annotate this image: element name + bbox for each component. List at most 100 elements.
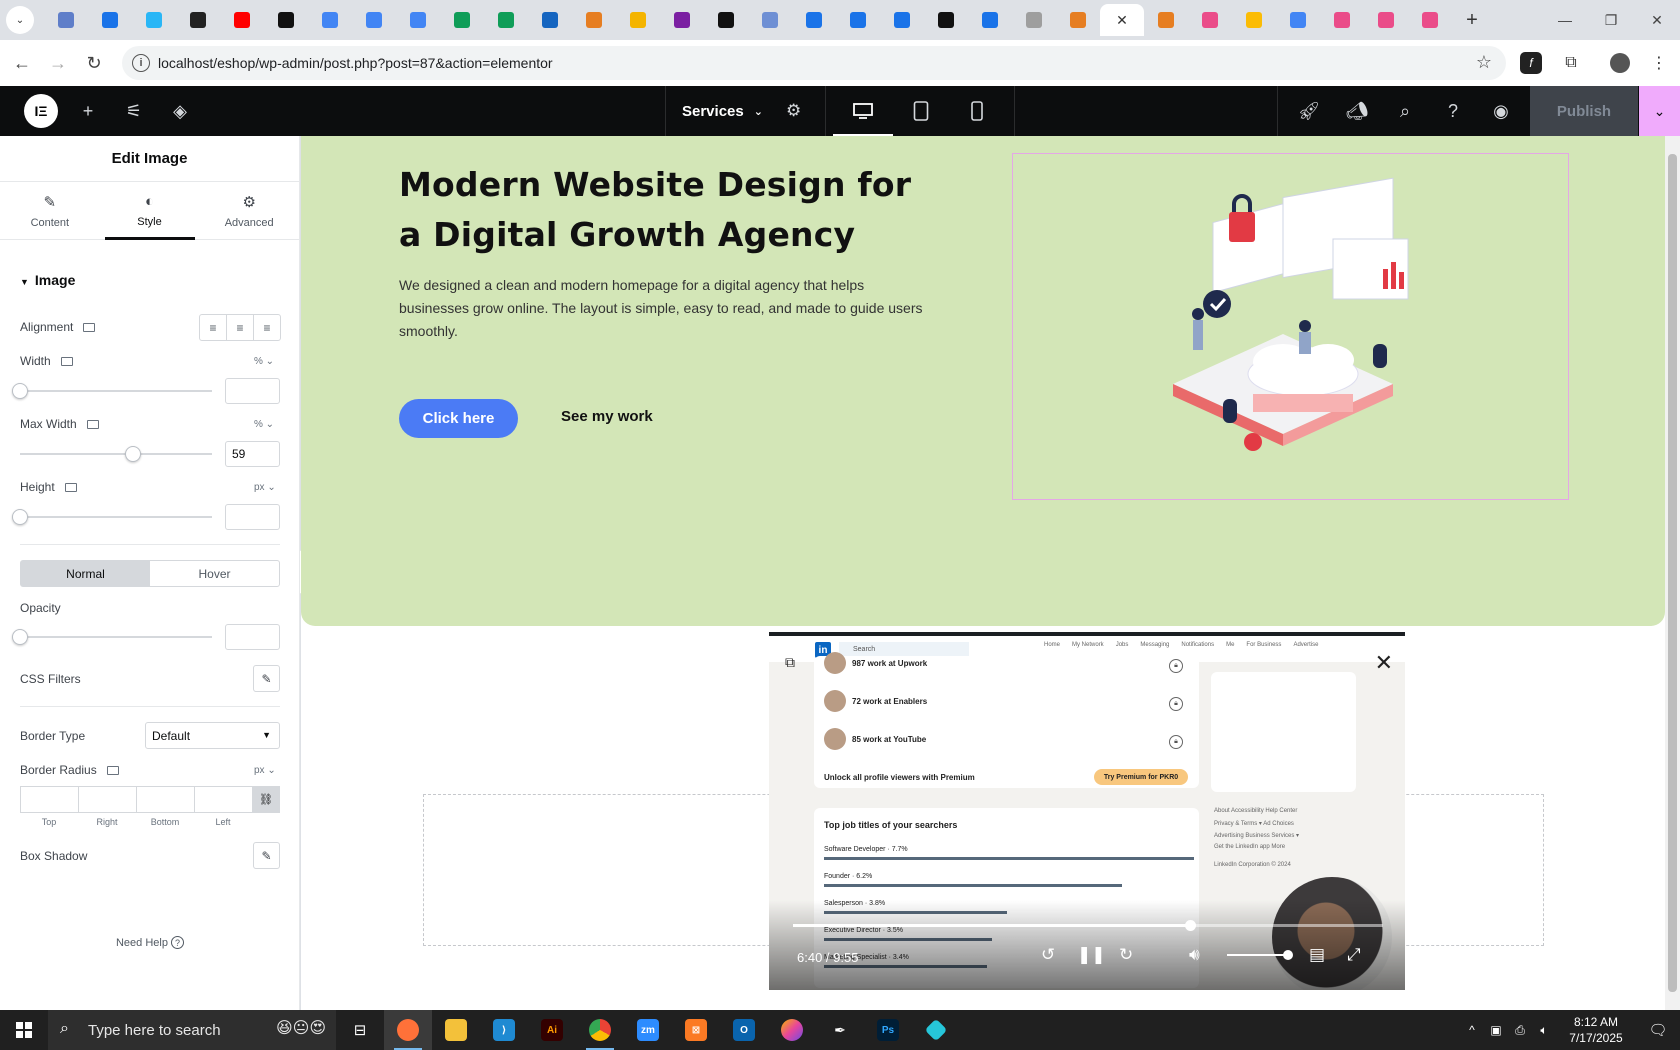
maximize-button[interactable]: ❐ xyxy=(1588,0,1634,40)
browser-tab[interactable] xyxy=(572,4,616,36)
browser-tab[interactable] xyxy=(132,4,176,36)
browser-tab[interactable] xyxy=(528,4,572,36)
preview-eye-icon[interactable]: ◉ xyxy=(1488,98,1514,124)
need-help-link[interactable]: Need Help ? xyxy=(0,936,300,949)
selected-image-widget[interactable] xyxy=(1012,153,1569,500)
task-view-icon[interactable]: ⊟ xyxy=(336,1010,384,1050)
notifications-icon[interactable]: 🗨︎ xyxy=(1636,1021,1680,1039)
border-radius-unit-select[interactable]: px ⌄ xyxy=(254,765,276,776)
desktop-icon[interactable] xyxy=(106,765,119,775)
extension-icon[interactable]: f xyxy=(1520,52,1542,74)
width-slider[interactable] xyxy=(12,383,212,399)
canvas-scrollbar[interactable] xyxy=(1665,136,1680,1010)
taskbar-search[interactable]: ⌕ Type here to search 😆😐😍 xyxy=(48,1010,336,1050)
hover-tab[interactable]: Hover xyxy=(150,561,279,586)
clock[interactable]: 8:12 AM 7/17/2025 xyxy=(1556,1014,1636,1046)
page-settings-gear-icon[interactable]: ⚙ xyxy=(786,101,801,121)
close-window-button[interactable]: ✕ xyxy=(1634,0,1680,40)
browser-tab[interactable] xyxy=(396,4,440,36)
publish-button[interactable]: Publish xyxy=(1530,86,1638,136)
reload-button[interactable]: ↻ xyxy=(76,45,112,81)
browser-tab[interactable] xyxy=(660,4,704,36)
align-right-icon[interactable]: ≡ xyxy=(254,315,280,340)
tab-search-button[interactable]: ⌄ xyxy=(6,6,34,34)
browser-tab[interactable] xyxy=(484,4,528,36)
puzzle-icon[interactable]: ⧉ xyxy=(1556,48,1586,78)
height-input[interactable] xyxy=(225,504,280,530)
fullscreen-icon[interactable]: ⤢ xyxy=(1347,945,1361,965)
browser-tab[interactable] xyxy=(836,4,880,36)
bookmark-star-icon[interactable]: ☆ xyxy=(1476,52,1492,73)
page-selector[interactable]: Services ⌄ ⚙ xyxy=(665,86,825,136)
tablet-icon[interactable] xyxy=(908,98,934,124)
taskbar-xampp[interactable]: ⊠ xyxy=(672,1010,720,1050)
radius-bottom-input[interactable] xyxy=(136,786,194,813)
normal-tab[interactable]: Normal xyxy=(21,561,150,586)
align-left-icon[interactable]: ≡ xyxy=(200,315,227,340)
browser-tab[interactable] xyxy=(1056,4,1100,36)
taskbar-illustrator[interactable]: Ai xyxy=(528,1010,576,1050)
browser-tab[interactable] xyxy=(616,4,660,36)
new-tab-button[interactable]: + xyxy=(1458,6,1486,34)
browser-tab[interactable] xyxy=(1232,4,1276,36)
taskbar-firefox[interactable] xyxy=(384,1010,432,1050)
browser-tab[interactable] xyxy=(1144,4,1188,36)
browser-tab[interactable] xyxy=(440,4,484,36)
rocket-icon[interactable]: 🚀︎ xyxy=(1296,98,1322,124)
avatar[interactable] xyxy=(1605,48,1635,78)
tab-advanced[interactable]: ⚙ Advanced xyxy=(199,182,299,239)
minimize-button[interactable]: — xyxy=(1542,0,1588,40)
address-bar[interactable]: i localhost/eshop/wp-admin/post.php?post… xyxy=(122,46,1506,80)
close-tab-icon[interactable]: ✕ xyxy=(1116,12,1128,29)
volume-slider[interactable] xyxy=(1227,950,1293,960)
max-width-unit-select[interactable]: % ⌄ xyxy=(254,419,274,430)
video-progress-bar[interactable] xyxy=(793,920,1383,931)
max-width-input[interactable]: 59 xyxy=(225,441,280,467)
back-to-tab-icon[interactable]: ⧉ xyxy=(785,654,795,671)
browser-tab[interactable] xyxy=(44,4,88,36)
link-values-icon[interactable]: ⛓ xyxy=(252,786,280,813)
browser-tab[interactable] xyxy=(220,4,264,36)
forward-button[interactable]: → xyxy=(40,45,76,81)
volume-handle[interactable] xyxy=(1283,950,1293,960)
browser-tab[interactable] xyxy=(748,4,792,36)
browser-tab[interactable] xyxy=(88,4,132,36)
browser-tab[interactable] xyxy=(264,4,308,36)
slider-handle[interactable] xyxy=(12,629,28,645)
desktop-icon[interactable] xyxy=(86,419,99,429)
scrollbar-thumb[interactable] xyxy=(1668,154,1677,992)
captions-icon[interactable]: ▤ xyxy=(1309,945,1325,965)
add-element-icon[interactable]: + xyxy=(75,98,101,124)
max-width-slider[interactable] xyxy=(20,446,212,462)
browser-tab[interactable] xyxy=(176,4,220,36)
site-settings-icon[interactable]: ⚟ xyxy=(121,98,147,124)
height-slider[interactable] xyxy=(12,509,212,525)
help-icon[interactable]: ? xyxy=(1440,98,1466,124)
radius-top-input[interactable] xyxy=(20,786,78,813)
slider-handle[interactable] xyxy=(12,383,28,399)
desktop-icon[interactable] xyxy=(64,482,77,492)
hero-paragraph[interactable]: We designed a clean and modern homepage … xyxy=(399,274,929,343)
taskbar-pen-app[interactable]: ✒ xyxy=(816,1010,864,1050)
mobile-icon[interactable] xyxy=(964,98,990,124)
taskbar-file-explorer[interactable] xyxy=(432,1010,480,1050)
browser-tab[interactable] xyxy=(1320,4,1364,36)
desktop-icon[interactable] xyxy=(60,356,73,366)
meet-now-icon[interactable]: ▣ xyxy=(1484,1023,1508,1037)
browser-tab[interactable] xyxy=(924,4,968,36)
whats-new-icon[interactable]: 📣︎ xyxy=(1344,98,1370,124)
network-icon[interactable]: ⎙ xyxy=(1508,1023,1532,1038)
browser-tab-active[interactable]: ✕ xyxy=(1100,4,1144,36)
publish-options-chevron-icon[interactable]: ⌄ xyxy=(1639,86,1680,136)
hero-section[interactable]: Modern Website Design for a Digital Grow… xyxy=(301,136,1665,626)
height-unit-select[interactable]: px ⌄ xyxy=(254,482,276,493)
browser-tab[interactable] xyxy=(352,4,396,36)
taskbar-outlook[interactable]: O xyxy=(720,1010,768,1050)
browser-tab[interactable] xyxy=(880,4,924,36)
section-toggle-image[interactable]: ▼ Image xyxy=(20,272,75,288)
browser-tab[interactable] xyxy=(968,4,1012,36)
browser-tab[interactable] xyxy=(1012,4,1056,36)
radius-left-input[interactable] xyxy=(194,786,252,813)
width-unit-select[interactable]: % ⌄ xyxy=(254,356,274,367)
elementor-logo-icon[interactable]: IΞ xyxy=(24,94,58,128)
